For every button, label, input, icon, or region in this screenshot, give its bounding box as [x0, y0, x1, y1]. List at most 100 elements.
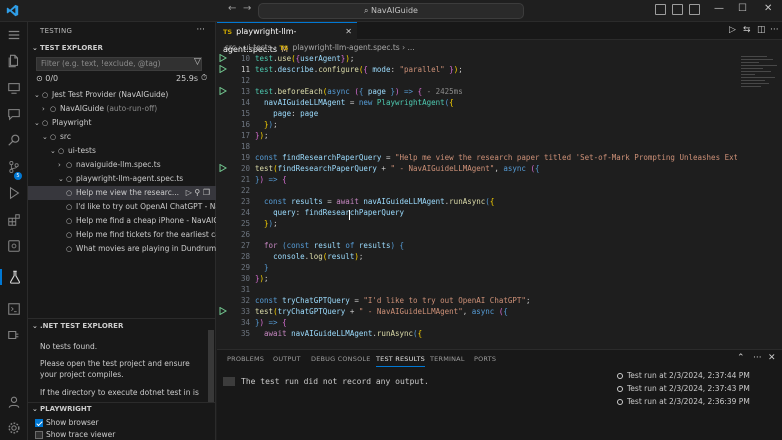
show-browser-checkbox[interactable]	[35, 419, 43, 427]
tree-item-navaiguide-llm-spec[interactable]: › ○ navaiguide-llm.spec.ts	[28, 158, 216, 172]
docker-icon[interactable]	[6, 327, 22, 343]
code-line: test.describe.configure({ mode: "paralle…	[255, 65, 463, 74]
run-file-icon[interactable]: ▷	[729, 25, 736, 35]
playwright-section[interactable]: ⌄ PLAYWRIGHT	[32, 405, 92, 413]
run-debug-icon[interactable]	[6, 185, 22, 201]
status-icon: ○	[42, 91, 49, 99]
filter-icon[interactable]: ▽	[194, 57, 201, 67]
net-test-explorer-title: .NET TEST EXPLORER	[40, 322, 124, 330]
back-button[interactable]: ←	[228, 3, 236, 14]
test-run-entry[interactable]: Test run at 2/3/2024, 2:36:39 PM	[617, 397, 750, 406]
panel-more-icon[interactable]: ···	[753, 353, 762, 363]
maximize-panel-icon[interactable]: ⌃	[737, 353, 745, 363]
debug-test-icon[interactable]: ⚲	[194, 188, 200, 197]
code-line: });	[255, 131, 269, 140]
tab-terminal[interactable]: TERMINAL	[430, 355, 465, 363]
toggle-panel-icon[interactable]	[672, 4, 683, 15]
menu-icon[interactable]	[6, 27, 22, 43]
line-number: 14	[240, 98, 250, 107]
remote-icon[interactable]	[6, 238, 22, 254]
toggle-sidebar-icon[interactable]	[655, 4, 666, 15]
chat-icon[interactable]	[6, 106, 22, 122]
tree-item-playwright-llm-agent-spec[interactable]: ⌄ ○ playwright-llm-agent.spec.ts	[28, 172, 216, 186]
minimize-icon[interactable]: —	[714, 3, 724, 14]
maximize-icon[interactable]: ☐	[738, 3, 747, 14]
toggle-secondary-sidebar-icon[interactable]	[689, 4, 700, 15]
test-run-entry[interactable]: Test run at 2/3/2024, 2:37:43 PM	[617, 384, 750, 393]
search-icon[interactable]	[6, 132, 22, 148]
test-run-label: Test run at 2/3/2024, 2:37:44 PM	[627, 371, 750, 380]
run-test-icon[interactable]	[219, 65, 227, 73]
net-test-explorer-section[interactable]: ⌄ .NET TEST EXPLORER	[32, 322, 123, 330]
close-panel-icon[interactable]: ✕	[768, 353, 776, 363]
source-control-badge: 5	[14, 172, 22, 180]
editor-more-icon[interactable]: ···	[770, 25, 779, 35]
tab-playwright-llm-agent-spec[interactable]: TS playwright-llm-agent.spec.ts M ✕	[217, 22, 357, 54]
tree-item-test-research-paper[interactable]: ○ Help me view the researc... ▷ ⚲ ❐	[28, 186, 216, 200]
tree-item-navaiguide[interactable]: › ○ NavAIGuide (auto-run-off)	[28, 102, 216, 116]
tree-item-test-tickets[interactable]: ○ Help me find tickets for the earliest c…	[28, 228, 216, 242]
editor-tabs: TS playwright-llm-agent.spec.ts M ✕ ▷ ⇆ ◫ ·…	[217, 22, 782, 54]
code-line: const tryChatGPTQuery = "I'd like to try…	[255, 296, 531, 305]
account-icon[interactable]	[6, 394, 22, 410]
code-editor[interactable]: 10 11 12 13 14 15 16 17 18 19 20 21 22 23 24 25 26 27 28 29…	[217, 54, 737, 347]
manage-gear-icon[interactable]	[6, 420, 22, 436]
remote-explorer-icon[interactable]	[6, 80, 22, 96]
minimap[interactable]	[737, 54, 782, 347]
more-actions-icon[interactable]: ···	[196, 25, 205, 35]
tree-item-jest-provider[interactable]: ⌄ ○ Jest Test Provider (NavAIGuide)	[28, 88, 216, 102]
run-test-icon[interactable]	[219, 164, 227, 172]
close-icon[interactable]: ✕	[764, 3, 772, 14]
run-test-icon[interactable]	[219, 307, 227, 315]
tree-item-test-movies[interactable]: ○ What movies are playing in Dundrum ...	[28, 242, 216, 256]
tree-item-test-iphone[interactable]: ○ Help me find a cheap iPhone - NavAIG...	[28, 214, 216, 228]
extensions-icon[interactable]	[6, 212, 22, 228]
playwright-icon[interactable]	[6, 301, 22, 317]
bottom-panel: PROBLEMS OUTPUT DEBUG CONSOLE TEST RESUL…	[217, 349, 782, 440]
compare-icon[interactable]: ⇆	[743, 25, 751, 35]
show-trace-viewer-checkbox[interactable]	[35, 431, 43, 439]
breadcrumb-item[interactable]: ui-tests	[244, 43, 272, 52]
breadcrumb-item[interactable]: playwright-llm-agent.spec.ts	[293, 43, 400, 52]
code-line: query: findResearchPaperQuery	[273, 208, 405, 217]
line-number: 31	[240, 285, 250, 294]
tree-item-playwright[interactable]: ⌄ ○ Playwright	[28, 116, 216, 130]
explorer-icon[interactable]	[6, 53, 22, 69]
pass-count: ⊙ 0/0	[36, 74, 58, 83]
tab-debug-console[interactable]: DEBUG CONSOLE	[311, 355, 371, 363]
run-test-icon[interactable]: ▷	[186, 188, 192, 197]
test-explorer-section[interactable]: ⌄ TEST EXPLORER	[32, 44, 103, 52]
tree-item-test-chatgpt[interactable]: ○ I'd like to try out OpenAI ChatGPT - Na…	[28, 200, 216, 214]
line-number: 15	[240, 109, 250, 118]
close-tab-icon[interactable]: ✕	[345, 23, 352, 40]
sidebar-scrollbar[interactable]	[208, 330, 214, 402]
breadcrumb-item[interactable]: ...	[408, 43, 415, 52]
status-icon: ○	[66, 175, 73, 183]
sidebar-title: TESTING	[40, 27, 73, 35]
test-filter-input[interactable]: Filter (e.g. text, !exclude, @tag)	[36, 57, 202, 71]
tab-output[interactable]: OUTPUT	[273, 355, 301, 363]
run-test-icon[interactable]	[219, 54, 227, 62]
test-run-entry[interactable]: Test run at 2/3/2024, 2:37:44 PM	[617, 371, 750, 380]
tab-test-results[interactable]: TEST RESULTS	[376, 355, 425, 367]
tab-problems[interactable]: PROBLEMS	[227, 355, 264, 363]
forward-button[interactable]: →	[243, 3, 251, 14]
breadcrumb-item[interactable]: src	[225, 43, 236, 52]
testing-icon[interactable]	[0, 269, 28, 285]
go-to-test-icon[interactable]: ❐	[203, 188, 210, 197]
tab-ports[interactable]: PORTS	[474, 355, 496, 363]
code-line: }) => {	[255, 175, 287, 184]
code-line: const findResearchPaperQuery = "Help me …	[255, 153, 737, 162]
line-number: 35	[240, 329, 250, 338]
run-test-icon[interactable]	[219, 87, 227, 95]
tree-item-ui-tests[interactable]: ⌄ ○ ui-tests	[28, 144, 216, 158]
status-icon: ○	[66, 231, 73, 239]
tree-item-label: I'd like to try out OpenAI ChatGPT - Na.…	[76, 202, 216, 211]
code-line: navAIGuideLLMAgent = new PlaywrightAgent…	[264, 98, 454, 107]
tree-item-src[interactable]: ⌄ ○ src	[28, 130, 216, 144]
history-icon[interactable]: ⏱	[201, 73, 207, 83]
status-icon: ○	[66, 203, 73, 211]
command-center-search[interactable]: ⌕ NavAIGuide	[258, 3, 524, 19]
chevron-down-icon: ⌄	[50, 147, 56, 155]
split-editor-icon[interactable]: ◫	[757, 25, 766, 35]
